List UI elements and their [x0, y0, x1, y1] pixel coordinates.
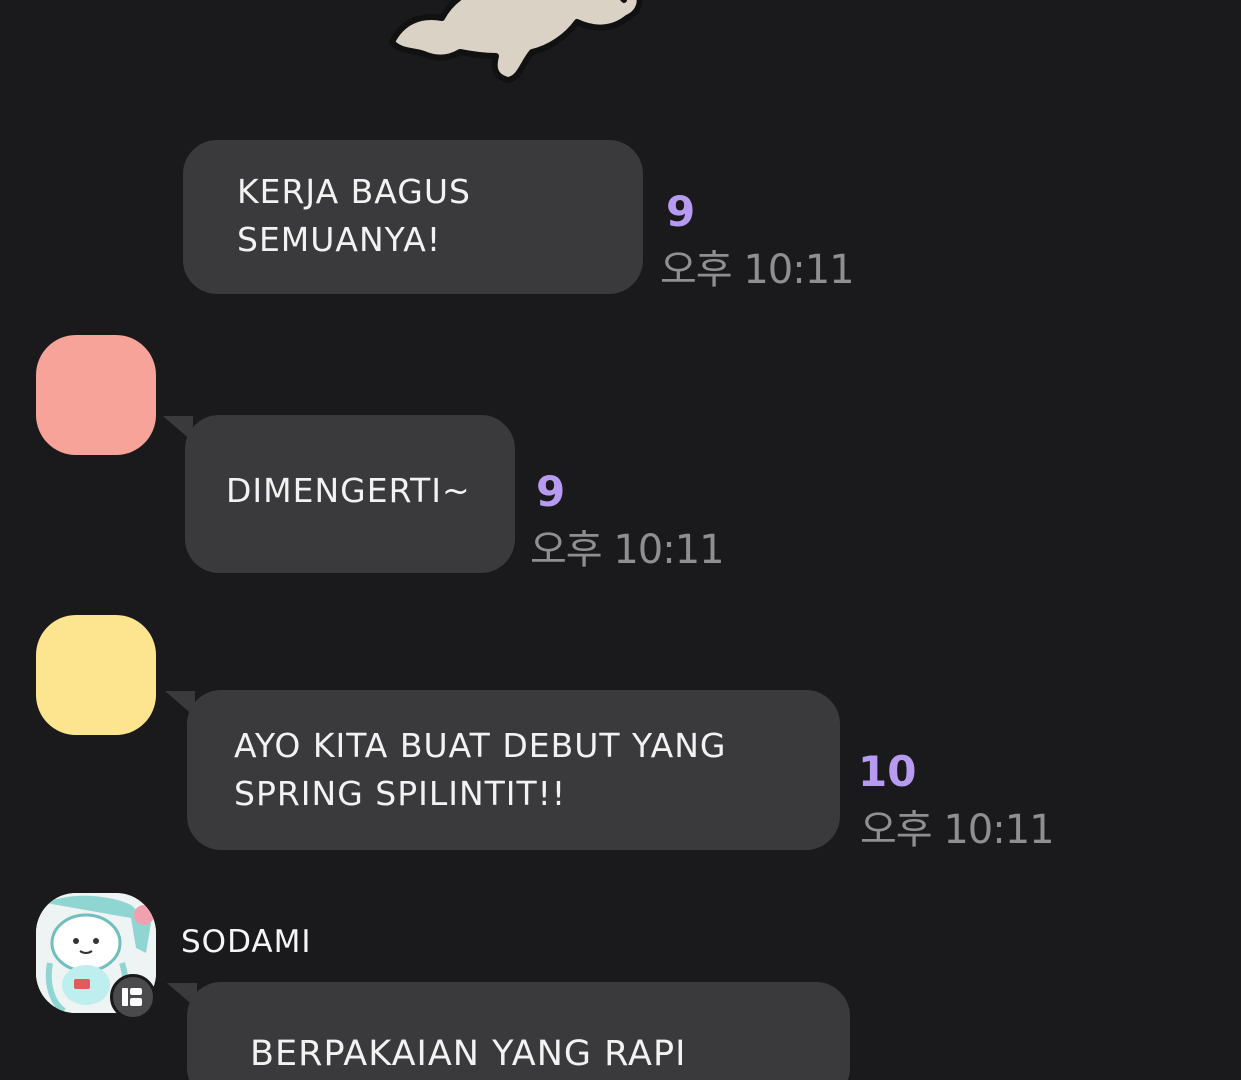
message-bubble[interactable]: KERJA BAGUS SEMUANYA!	[183, 140, 643, 294]
message-timestamp: 오후 10:11	[660, 247, 855, 293]
message-text-line: SEMUANYA!	[237, 220, 442, 259]
message-text-line: AYO KITA BUAT DEBUT YANG	[234, 726, 727, 765]
unread-count: 9	[536, 467, 566, 516]
message-timestamp: 오후 10:11	[860, 807, 1055, 853]
profile-avatar[interactable]	[36, 615, 156, 735]
chat-screen: KERJA BAGUS SEMUANYA! 9 오후 10:11 DIMENGE…	[0, 0, 1241, 1080]
profile-avatar[interactable]	[36, 335, 156, 455]
message-text-line: SPRING SPILINTIT!!	[234, 774, 567, 813]
message-bubble[interactable]: AYO KITA BUAT DEBUT YANG SPRING SPILINTI…	[187, 690, 840, 850]
sender-name: SODAMI	[181, 924, 312, 960]
avatar-badge-icon	[110, 974, 156, 1020]
message-text-line: DIMENGERTI~	[226, 471, 471, 510]
unread-count: 9	[666, 187, 696, 236]
message-bubble[interactable]: BERPAKAIAN YANG RAPI	[187, 982, 850, 1080]
unread-count: 10	[858, 747, 917, 796]
dog-sticker	[389, 0, 643, 83]
message-text-line: BERPAKAIAN YANG RAPI	[250, 1034, 687, 1074]
message-text-line: KERJA BAGUS	[237, 172, 471, 211]
message-timestamp: 오후 10:11	[530, 527, 725, 573]
message-bubble[interactable]: DIMENGERTI~	[185, 415, 515, 573]
